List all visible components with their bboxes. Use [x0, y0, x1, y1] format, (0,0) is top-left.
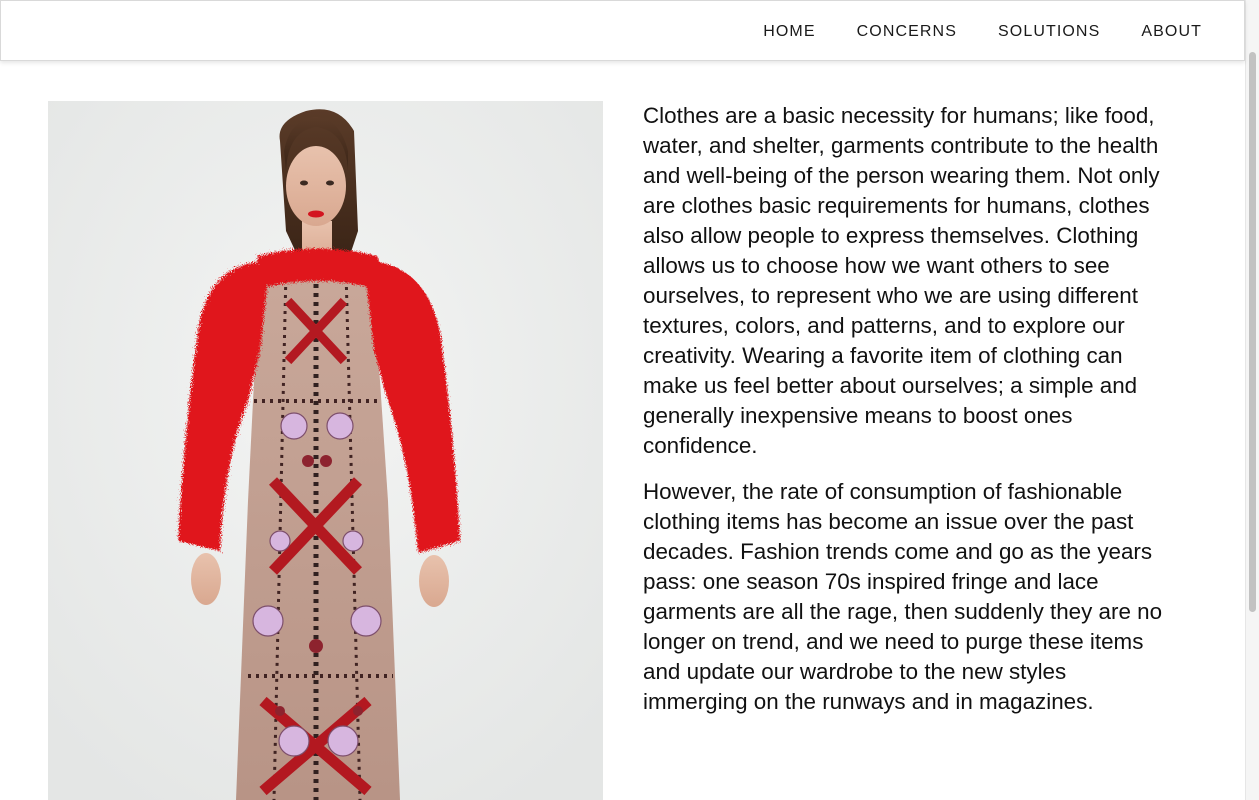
scrollbar-thumb[interactable] [1249, 52, 1256, 612]
article-paragraph: However, the rate of consumption of fash… [643, 479, 1163, 714]
nav-concerns-link[interactable]: CONCERNS [857, 1, 957, 62]
nav-solutions-link[interactable]: SOLUTIONS [998, 1, 1100, 62]
model-illustration [48, 101, 603, 800]
top-navbar: HOME CONCERNS SOLUTIONS ABOUT [0, 0, 1245, 61]
article-paragraph: Clothes are a basic necessity for humans… [643, 103, 1160, 458]
nav-home-link[interactable]: HOME [763, 1, 815, 62]
page: HOME CONCERNS SOLUTIONS ABOUT Clothes ar… [0, 0, 1259, 800]
hero-image [48, 101, 603, 800]
page-scrollbar[interactable] [1245, 0, 1259, 800]
intro-article: Clothes are a basic necessity for humans… [643, 101, 1173, 733]
nav-menu: HOME CONCERNS SOLUTIONS ABOUT [722, 1, 1202, 62]
nav-about-link[interactable]: ABOUT [1141, 1, 1202, 62]
